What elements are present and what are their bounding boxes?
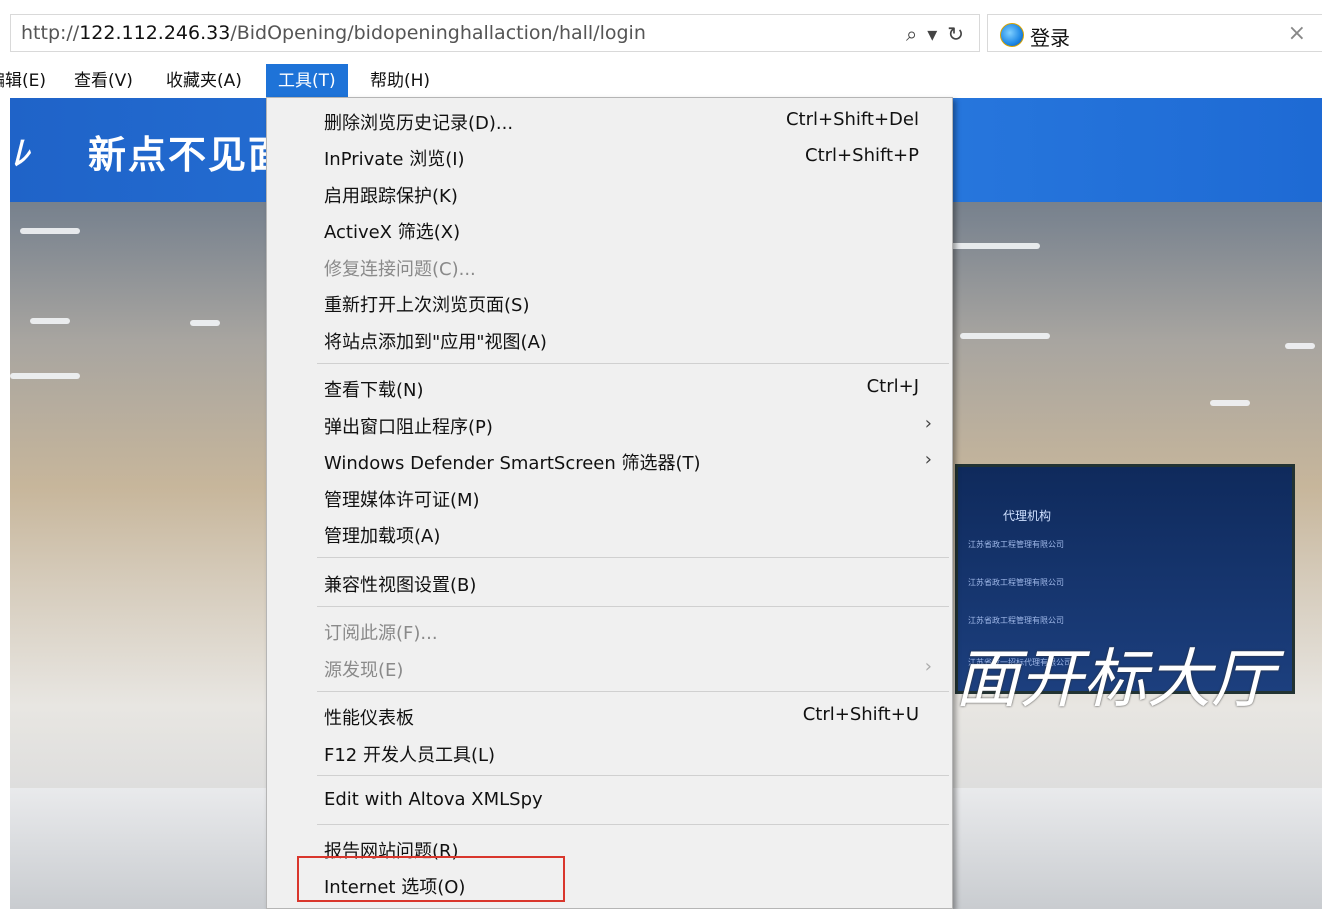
menu-separator — [317, 557, 949, 558]
url-path: /BidOpening/bidopeninghallaction/hall/lo… — [230, 22, 646, 44]
menu-separator — [317, 606, 949, 607]
screen-line: 江苏省政工程管理有限公司 — [968, 578, 1064, 587]
menu-item-xmlspy[interactable]: Edit with Altova XMLSpy — [267, 782, 952, 818]
menu-item-subscribe-feed: 订阅此源(F)... — [324, 623, 438, 644]
menu-favorites[interactable]: 收藏夹(A) — [154, 64, 254, 98]
ceiling-light — [950, 243, 1040, 249]
menu-help[interactable]: 帮助(H) — [358, 64, 442, 98]
menu-item-popup-blocker[interactable]: 弹出窗口阻止程序(P) › — [267, 406, 952, 442]
ceiling-light — [1210, 400, 1250, 406]
menu-separator — [317, 691, 949, 692]
address-bar-area: http://122.112.246.33/BidOpening/bidopen… — [0, 0, 1322, 65]
search-icon[interactable]: ⌕ — [906, 22, 917, 46]
menu-item-activex-filter[interactable]: ActiveX 筛选(X) — [267, 211, 952, 247]
menu-separator — [317, 363, 949, 364]
refresh-icon[interactable]: ↻ — [947, 22, 964, 46]
menu-item-tracking-protection[interactable]: 启用跟踪保护(K) — [267, 175, 952, 211]
site-logo: ﾚ — [12, 134, 29, 174]
ie-logo-icon — [1000, 23, 1024, 47]
chevron-right-icon: › — [924, 449, 932, 470]
close-icon[interactable]: × — [1288, 21, 1306, 46]
ceiling-light — [10, 373, 80, 379]
menu-item-delete-history[interactable]: 删除浏览历史记录(D)... Ctrl+Shift+Del — [267, 102, 952, 138]
menu-item-media-licenses[interactable]: 管理媒体许可证(M) — [267, 479, 952, 515]
menu-item-smartscreen[interactable]: Windows Defender SmartScreen 筛选器(T) › — [267, 442, 952, 478]
chevron-down-icon[interactable]: ▾ — [927, 22, 937, 46]
menu-item-compat-view[interactable]: 兼容性视图设置(B) — [267, 564, 952, 600]
menu-item-add-to-apps[interactable]: 将站点添加到"应用"视图(A) — [267, 321, 952, 357]
menu-item-inprivate[interactable]: InPrivate 浏览(I) Ctrl+Shift+P — [267, 138, 952, 174]
menu-tools[interactable]: 工具(T) — [266, 64, 348, 98]
ceiling-light — [960, 333, 1050, 339]
highlight-box — [297, 856, 565, 902]
address-icons: ⌕ ▾ ↻ — [906, 22, 974, 46]
hall-title-text: 面开标大厅 — [955, 643, 1275, 717]
browser-tab[interactable]: 登录 × — [987, 14, 1322, 52]
menu-item-feed-discovery: 源发现(E) › — [324, 656, 932, 681]
menu-item-performance-dashboard[interactable]: 性能仪表板 Ctrl+Shift+U — [267, 697, 952, 733]
menu-separator — [317, 824, 949, 825]
chevron-right-icon: › — [924, 413, 932, 434]
chevron-right-icon: › — [924, 656, 932, 677]
ceiling-light — [30, 318, 70, 324]
menu-item-manage-addons[interactable]: 管理加载项(A) — [267, 515, 952, 551]
url-prefix: http:// — [21, 22, 80, 44]
screen-title: 代理机构 — [1003, 509, 1052, 523]
url-text: http://122.112.246.33/BidOpening/bidopen… — [21, 22, 646, 44]
menu-edit[interactable]: 编辑(E) — [0, 64, 58, 98]
screen-line: 江苏省政工程管理有限公司 — [968, 616, 1064, 625]
menu-item-view-downloads[interactable]: 查看下载(N) Ctrl+J — [267, 369, 952, 405]
ceiling-light — [1285, 343, 1315, 349]
menu-view[interactable]: 查看(V) — [62, 64, 145, 98]
url-input[interactable]: http://122.112.246.33/BidOpening/bidopen… — [10, 14, 980, 52]
menu-item-reopen-session[interactable]: 重新打开上次浏览页面(S) — [267, 284, 952, 320]
menu-item-f12-devtools[interactable]: F12 开发人员工具(L) — [267, 734, 952, 770]
menu-bar: 编辑(E) 查看(V) 收藏夹(A) 工具(T) 帮助(H) — [0, 64, 1322, 98]
tab-title: 登录 — [1030, 26, 1070, 50]
menu-item-fix-connection: 修复连接问题(C)... — [324, 259, 476, 280]
ceiling-light — [20, 228, 80, 234]
menu-separator — [317, 775, 949, 776]
tools-menu: 删除浏览历史记录(D)... Ctrl+Shift+Del InPrivate 浏… — [266, 97, 953, 909]
screen-line: 江苏省政工程管理有限公司 — [968, 540, 1064, 549]
url-host: 122.112.246.33 — [79, 22, 231, 44]
ceiling-light — [190, 320, 220, 326]
